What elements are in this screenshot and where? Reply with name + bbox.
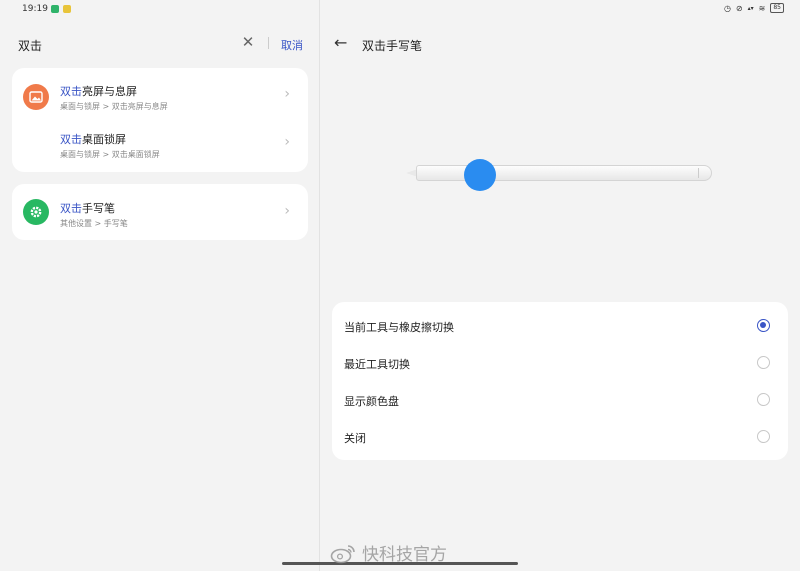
option-off[interactable]: 关闭 — [332, 418, 788, 455]
double-tap-indicator[interactable] — [464, 159, 496, 191]
result-item-stylus[interactable]: 双击手写笔 其他设置 > 手写笔 › — [12, 188, 308, 236]
option-recent-tool-switch[interactable]: 最近工具切换 — [332, 344, 788, 381]
result-path: 其他设置 > 手写笔 — [60, 219, 128, 228]
watermark-text: 快科技官方 — [362, 545, 447, 565]
result-title: 双击亮屏与息屏 — [60, 85, 137, 98]
stylus-body — [416, 165, 712, 181]
page-title: 双击手写笔 — [362, 39, 423, 53]
radio[interactable] — [757, 393, 770, 406]
result-item-double-tap-lock[interactable]: 双击桌面锁屏 桌面与锁屏 > 双击桌面锁屏 › — [12, 122, 308, 170]
cancel-button[interactable]: 取消 — [281, 37, 303, 53]
stylus-illustration — [400, 150, 720, 210]
weibo-logo-icon — [330, 542, 356, 564]
chevron-right-icon: › — [284, 203, 290, 219]
options-list: 当前工具与橡皮擦切换 最近工具切换 显示颜色盘 关闭 — [332, 302, 788, 460]
chevron-right-icon: › — [284, 134, 290, 150]
detail-pane: ← 双击手写笔 当前工具与橡皮擦切换 最近工具切换 显示颜色盘 关闭 — [320, 0, 800, 571]
radio-selected[interactable] — [757, 319, 770, 332]
search-input[interactable]: 双击 — [18, 37, 42, 54]
clear-icon[interactable]: ✕ — [240, 34, 256, 50]
stylus-cap — [698, 168, 712, 178]
settings-gear-icon — [23, 199, 49, 225]
option-tool-eraser-switch[interactable]: 当前工具与橡皮擦切换 — [332, 307, 788, 344]
option-label: 当前工具与橡皮擦切换 — [344, 321, 454, 334]
wallpaper-icon — [23, 84, 49, 110]
option-show-palette[interactable]: 显示颜色盘 — [332, 381, 788, 418]
back-arrow-icon[interactable]: ← — [334, 34, 352, 52]
result-item-double-tap-wake[interactable]: 双击亮屏与息屏 桌面与锁屏 > 双击亮屏与息屏 › — [12, 74, 308, 122]
result-title: 双击手写笔 — [60, 202, 115, 215]
chevron-right-icon: › — [284, 86, 290, 102]
radio[interactable] — [757, 430, 770, 443]
search-bar[interactable]: 双击 ✕ 取消 — [0, 26, 319, 62]
option-label: 最近工具切换 — [344, 358, 410, 371]
search-pane: 双击 ✕ 取消 双击亮屏与息屏 桌面与锁屏 > 双击亮屏与息屏 › 双击桌面锁屏… — [0, 0, 319, 571]
divider — [268, 37, 269, 49]
results-group: 双击亮屏与息屏 桌面与锁屏 > 双击亮屏与息屏 › 双击桌面锁屏 桌面与锁屏 >… — [12, 68, 308, 172]
option-label: 关闭 — [344, 432, 366, 445]
result-title: 双击桌面锁屏 — [60, 133, 126, 146]
result-path: 桌面与锁屏 > 双击亮屏与息屏 — [60, 102, 168, 111]
watermark: 快科技官方 — [330, 540, 447, 565]
screen: 19:19 ◷ ⊘ ▴▾ ≋ 85 双击 ✕ 取消 双击亮屏与息屏 桌面与锁屏 … — [0, 0, 800, 571]
result-path: 桌面与锁屏 > 双击桌面锁屏 — [60, 150, 160, 159]
results-group: 双击手写笔 其他设置 > 手写笔 › — [12, 184, 308, 240]
option-label: 显示颜色盘 — [344, 395, 399, 408]
radio[interactable] — [757, 356, 770, 369]
